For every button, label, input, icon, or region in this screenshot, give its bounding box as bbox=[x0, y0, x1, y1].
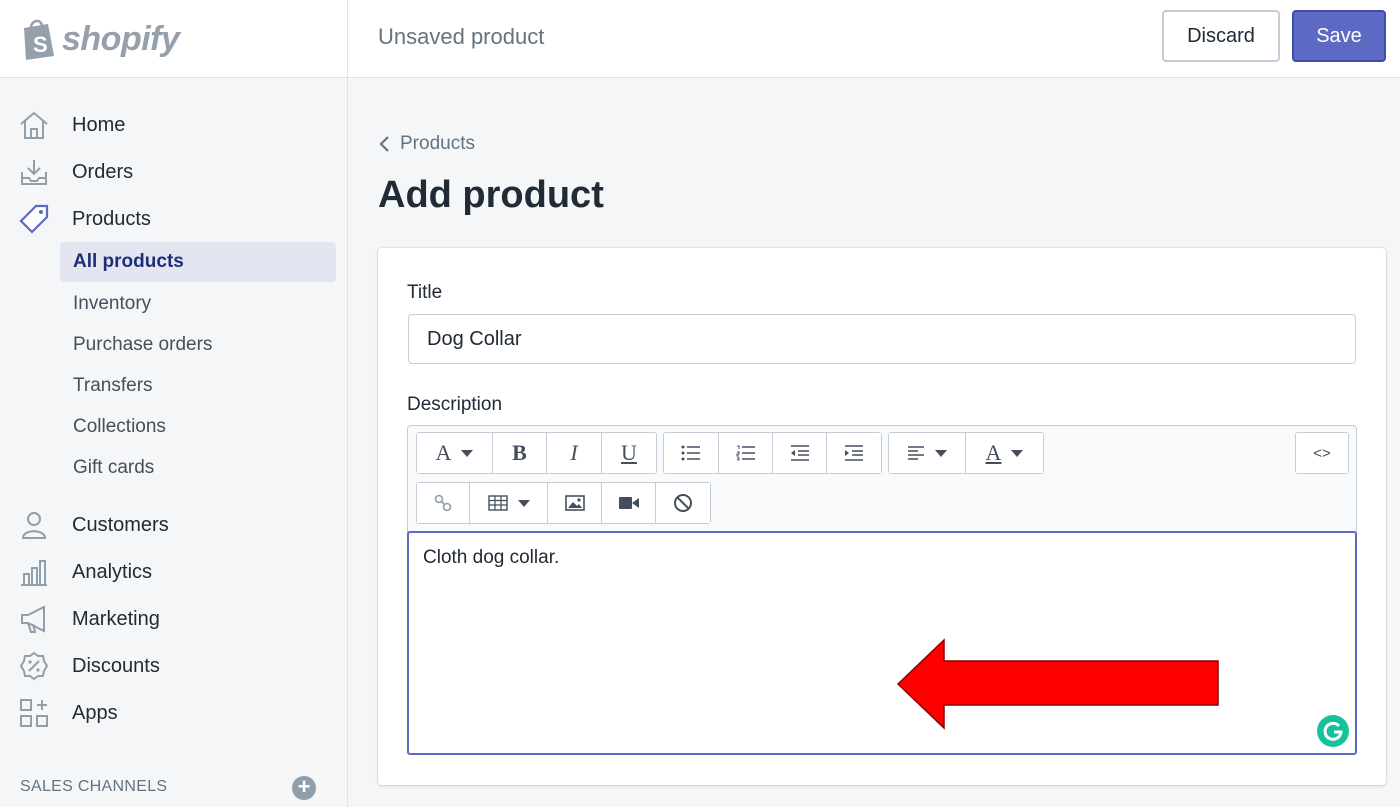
chevron-left-icon bbox=[379, 136, 389, 152]
red-arrow-annotation bbox=[896, 638, 1219, 730]
toolbar-insert-group bbox=[416, 482, 711, 524]
breadcrumb[interactable]: Products bbox=[378, 133, 475, 155]
html-icon: <> bbox=[1313, 444, 1331, 462]
toolbar-format-group: A bbox=[888, 432, 1044, 474]
brand-logo[interactable]: S shopify bbox=[0, 0, 348, 78]
analytics-icon bbox=[21, 560, 47, 586]
sidebar-subitem-all-products[interactable]: All products bbox=[60, 242, 336, 282]
sidebar-subitem-gift-cards[interactable]: Gift cards bbox=[60, 448, 336, 488]
sidebar-item-label: Apps bbox=[72, 701, 118, 724]
sidebar-item-label: Home bbox=[72, 113, 126, 136]
bullet-list-button[interactable] bbox=[664, 433, 719, 473]
breadcrumb-label: Products bbox=[400, 133, 475, 154]
italic-button[interactable]: I bbox=[547, 433, 602, 473]
clear-formatting-button[interactable] bbox=[656, 483, 710, 523]
toolbar-text-group: A B I U bbox=[416, 432, 657, 474]
underline-button[interactable]: U bbox=[602, 433, 656, 473]
html-view-button[interactable]: <> bbox=[1296, 433, 1348, 473]
sidebar-item-label: Orders bbox=[72, 160, 134, 183]
sidebar-item-products[interactable]: Products bbox=[0, 199, 348, 239]
page-title: Add product bbox=[378, 174, 604, 216]
outdent-button[interactable] bbox=[773, 433, 827, 473]
sidebar-subitem-purchase-orders[interactable]: Purchase orders bbox=[60, 325, 336, 365]
table-icon bbox=[487, 495, 508, 511]
discount-icon bbox=[19, 651, 49, 681]
sidebar-item-label: Products bbox=[72, 207, 151, 230]
chevron-down-icon bbox=[1011, 449, 1024, 457]
underline-icon: U bbox=[621, 440, 637, 465]
bold-icon: B bbox=[512, 440, 527, 465]
svg-text:S: S bbox=[33, 32, 48, 57]
font-style-button[interactable]: A bbox=[417, 433, 493, 473]
font-icon: A bbox=[435, 440, 452, 465]
bullet-list-icon bbox=[681, 445, 700, 461]
customer-icon bbox=[21, 512, 47, 539]
megaphone-icon bbox=[21, 605, 45, 633]
shopify-bag-icon: S bbox=[24, 19, 54, 60]
add-sales-channel-icon[interactable]: + bbox=[292, 776, 316, 800]
discard-button[interactable]: Discard bbox=[1162, 10, 1280, 62]
sidebar-item-discounts[interactable]: Discounts bbox=[0, 646, 348, 686]
video-icon bbox=[618, 497, 639, 509]
bold-button[interactable]: B bbox=[493, 433, 547, 473]
apps-icon bbox=[20, 699, 48, 727]
home-icon bbox=[20, 111, 48, 139]
align-icon bbox=[908, 446, 924, 460]
text-color-button[interactable]: A bbox=[966, 433, 1043, 473]
sidebar-item-apps[interactable]: Apps bbox=[0, 693, 348, 733]
sidebar-subitem-collections[interactable]: Collections bbox=[60, 407, 336, 447]
numbered-list-icon bbox=[736, 445, 755, 461]
toolbar-html-group: <> bbox=[1295, 432, 1349, 474]
sidebar-item-label: Analytics bbox=[72, 560, 153, 583]
chevron-down-icon bbox=[461, 449, 474, 457]
alignment-button[interactable] bbox=[889, 433, 966, 473]
chevron-down-icon bbox=[935, 449, 947, 457]
clear-format-icon bbox=[674, 494, 692, 512]
insert-table-button[interactable] bbox=[470, 483, 548, 523]
sidebar-item-home[interactable]: Home bbox=[0, 105, 348, 145]
insert-link-button[interactable] bbox=[417, 483, 470, 523]
brand-name: shopify bbox=[62, 19, 180, 58]
sidebar: Home Orders Products All products Invent… bbox=[0, 78, 348, 807]
grammarly-icon[interactable] bbox=[1317, 715, 1349, 747]
sidebar-item-label: Marketing bbox=[72, 607, 160, 630]
description-text[interactable]: Cloth dog collar. bbox=[423, 547, 559, 569]
sidebar-item-orders[interactable]: Orders bbox=[0, 152, 348, 192]
description-label: Description bbox=[407, 394, 503, 415]
sidebar-subitem-inventory[interactable]: Inventory bbox=[60, 284, 336, 324]
page-state-text: Unsaved product bbox=[378, 24, 545, 49]
sidebar-subitem-transfers[interactable]: Transfers bbox=[60, 366, 336, 406]
link-icon bbox=[434, 494, 452, 512]
sidebar-item-marketing[interactable]: Marketing bbox=[0, 599, 348, 639]
text-color-icon: A bbox=[985, 440, 1002, 465]
outdent-icon bbox=[790, 445, 809, 461]
insert-image-button[interactable] bbox=[548, 483, 602, 523]
title-input[interactable] bbox=[408, 314, 1356, 364]
numbered-list-button[interactable] bbox=[719, 433, 773, 473]
sales-channels-heading: SALES CHANNELS bbox=[20, 778, 168, 795]
insert-video-button[interactable] bbox=[602, 483, 656, 523]
top-bar: S shopify Unsaved product Discard Save bbox=[0, 0, 1400, 78]
chevron-down-icon bbox=[517, 499, 530, 507]
sidebar-item-analytics[interactable]: Analytics bbox=[0, 552, 348, 592]
italic-icon: I bbox=[570, 440, 578, 465]
image-icon bbox=[564, 495, 585, 511]
indent-icon bbox=[845, 445, 863, 461]
sidebar-item-label: Discounts bbox=[72, 654, 160, 677]
toolbar-list-group bbox=[663, 432, 882, 474]
save-button[interactable]: Save bbox=[1292, 10, 1386, 62]
sidebar-item-label: Customers bbox=[72, 513, 169, 536]
orders-icon bbox=[21, 160, 47, 185]
title-label: Title bbox=[407, 282, 443, 303]
sidebar-item-customers[interactable]: Customers bbox=[0, 505, 348, 545]
tag-icon bbox=[19, 204, 49, 234]
indent-button[interactable] bbox=[827, 433, 881, 473]
